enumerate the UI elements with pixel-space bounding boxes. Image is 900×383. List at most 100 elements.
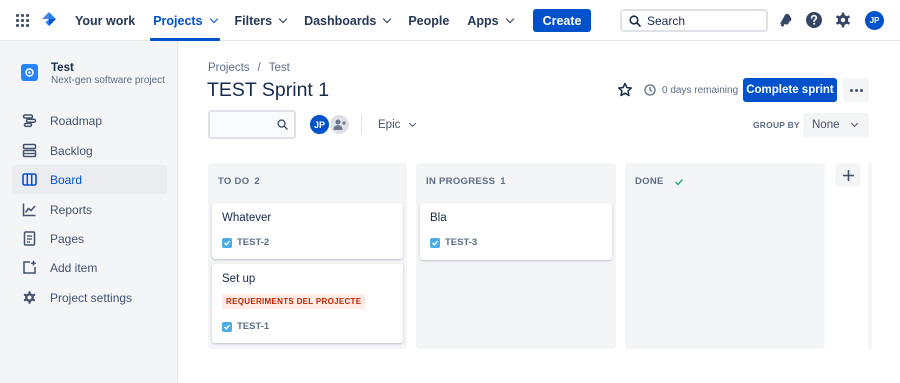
sidebar-item-pages[interactable]: Pages	[12, 224, 167, 253]
task-checkbox-icon	[222, 237, 232, 248]
sidebar-item-add-item[interactable]: Add item	[12, 253, 167, 282]
sidebar-item-label: Reports	[50, 202, 93, 217]
epic-filter-label: Epic	[378, 119, 401, 131]
issue-card[interactable]: Set up REQUERIMENTS DEL PROJECTE TEST-1	[212, 264, 403, 343]
column-header: IN PROGRESS 1	[426, 176, 506, 187]
column-name: IN PROGRESS	[426, 176, 496, 187]
project-name: Test	[51, 62, 74, 74]
nav-filters[interactable]: Filters	[226, 0, 296, 41]
add-person-icon	[333, 119, 346, 130]
project-header[interactable]: Test Next-gen software project	[21, 62, 165, 86]
card-title: Set up	[222, 273, 256, 285]
settings-icon	[23, 291, 36, 304]
project-type: Next-gen software project	[51, 75, 165, 86]
card-key-row: TEST-2	[222, 237, 269, 248]
issue-card[interactable]: Bla TEST-3	[420, 203, 612, 260]
add-people-avatar[interactable]	[328, 113, 351, 136]
nav-people[interactable]: People	[399, 0, 458, 41]
search-icon	[629, 14, 641, 27]
backlog-icon	[22, 143, 37, 158]
page-title: TEST Sprint 1	[207, 79, 330, 101]
column-name: DONE	[635, 176, 664, 187]
reports-icon	[22, 203, 36, 217]
star-icon[interactable]	[617, 82, 633, 98]
nav-label: Your work	[75, 13, 136, 28]
plus-icon	[842, 169, 854, 181]
issue-card[interactable]: Whatever TEST-2	[212, 203, 403, 259]
card-title: Bla	[430, 212, 447, 224]
sidebar-item-backlog[interactable]: Backlog	[12, 136, 167, 165]
nav-label: Filters	[234, 13, 273, 28]
chevron-down-icon	[409, 119, 417, 128]
add-column-button[interactable]	[835, 163, 861, 187]
help-icon[interactable]	[805, 11, 823, 29]
column-todo: TO DO 2 Whatever TEST-2 Set up REQUERIME…	[208, 163, 407, 349]
column-header: TO DO 2	[218, 176, 260, 187]
chevron-down-icon	[850, 119, 858, 128]
breadcrumb-test[interactable]: Test	[269, 62, 290, 74]
notification-icon[interactable]	[776, 11, 794, 29]
nav-your-work[interactable]: Your work	[66, 0, 144, 41]
top-navigation-bar: Your work Projects Filters Dashboards Pe…	[0, 0, 900, 41]
global-search-input[interactable]: Search	[620, 9, 768, 32]
sidebar-item-label: Pages	[50, 231, 85, 246]
column-in-progress: IN PROGRESS 1 Bla TEST-3	[416, 163, 616, 349]
card-title: Whatever	[222, 212, 272, 224]
done-check-icon	[674, 178, 683, 186]
next-column-edge	[868, 163, 872, 349]
nav-apps[interactable]: Apps	[458, 0, 521, 41]
breadcrumb-separator: /	[257, 62, 261, 74]
nav-projects[interactable]: Projects	[144, 0, 225, 41]
column-done: DONE	[625, 163, 825, 349]
chevron-down-icon	[505, 14, 514, 24]
card-key-row: TEST-1	[222, 321, 269, 332]
days-remaining: 0 days remaining	[662, 85, 739, 96]
user-avatar[interactable]: JP	[865, 11, 884, 30]
card-key-row: TEST-3	[430, 237, 477, 248]
nav-label: Projects	[153, 13, 203, 28]
card-key: TEST-3	[445, 237, 478, 248]
breadcrumb-projects[interactable]: Projects	[208, 62, 250, 74]
search-placeholder: Search	[647, 13, 686, 28]
complete-sprint-button[interactable]: Complete sprint	[743, 78, 837, 102]
group-by-select[interactable]: None	[803, 113, 869, 137]
sidebar-item-label: Add item	[50, 260, 98, 275]
chevron-down-icon	[209, 14, 218, 24]
sidebar-item-reports[interactable]: Reports	[12, 195, 167, 224]
chevron-down-icon	[278, 14, 288, 24]
primary-nav: Your work Projects Filters Dashboards Pe…	[66, 0, 592, 41]
nav-label: People	[408, 13, 450, 28]
card-key: TEST-1	[237, 321, 270, 332]
clock-icon	[644, 84, 656, 96]
sidebar-item-label: Board	[50, 172, 83, 187]
column-header: DONE	[635, 176, 684, 187]
search-icon	[277, 119, 288, 130]
nav-dashboards[interactable]: Dashboards	[295, 0, 399, 41]
apps-grid-icon[interactable]	[16, 14, 29, 27]
board-icon	[22, 173, 37, 186]
avatar-filter-jp[interactable]: JP	[308, 113, 331, 136]
toolbar-divider	[361, 116, 362, 134]
sidebar-item-project-settings[interactable]: Project settings	[12, 283, 167, 312]
task-checkbox-icon	[222, 321, 232, 332]
group-by-label: GROUP BY	[753, 120, 800, 130]
nav-label: Apps	[467, 13, 499, 28]
nav-label: Dashboards	[304, 13, 377, 28]
card-key: TEST-2	[237, 237, 270, 248]
sidebar-item-label: Roadmap	[50, 113, 103, 128]
project-avatar-icon	[21, 64, 38, 81]
more-actions-button[interactable]	[843, 78, 869, 102]
epic-lozenge: REQUERIMENTS DEL PROJECTE	[222, 294, 366, 309]
pages-icon	[23, 231, 36, 246]
epic-filter-dropdown[interactable]: Epic	[372, 113, 421, 137]
settings-icon[interactable]	[834, 11, 852, 29]
task-checkbox-icon	[430, 237, 440, 248]
sidebar-item-roadmap[interactable]: Roadmap	[12, 106, 167, 135]
board-search-input[interactable]	[208, 110, 296, 139]
chevron-down-icon	[383, 14, 392, 24]
jira-logo-icon[interactable]	[40, 11, 58, 29]
column-count: 2	[254, 176, 261, 187]
sidebar-item-board[interactable]: Board	[12, 165, 167, 194]
create-button[interactable]: Create	[532, 9, 592, 32]
group-by-value: None	[812, 119, 840, 131]
